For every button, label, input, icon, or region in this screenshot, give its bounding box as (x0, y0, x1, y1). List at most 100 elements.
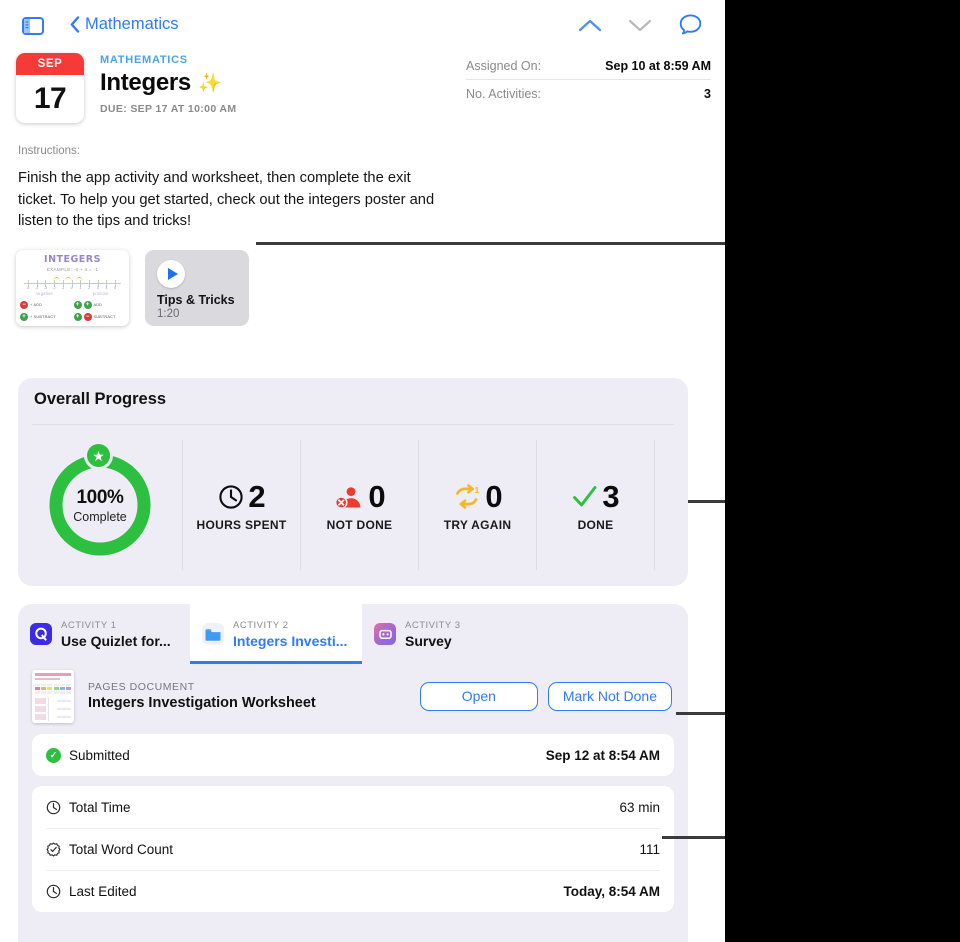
poster-sub-right: positive (92, 291, 109, 296)
stat-not-done: 0 NOT DONE (300, 440, 418, 570)
tab-kicker: ACTIVITY 1 (61, 619, 117, 631)
divider (654, 440, 655, 570)
number-line-graphic: -5 -4 -3 -2 -1 0 1 2 3 4 5 (24, 277, 121, 290)
minus-dot-icon: − (83, 313, 92, 321)
stat-hours-spent: 2 HOURS SPENT (182, 440, 300, 570)
back-button[interactable]: Mathematics (70, 15, 179, 34)
stat-label: NOT DONE (326, 517, 393, 532)
submission-details-panel: Total Time 63 min Total Word Count 111 L… (32, 786, 674, 912)
minus-dot-icon: − (20, 301, 28, 309)
progress-percent-sublabel: Complete (73, 509, 127, 524)
clock-icon (46, 800, 61, 814)
tab-label: Survey (405, 632, 452, 649)
progress-percent: 100% (76, 486, 124, 508)
submitted-timestamp: Sep 12 at 8:54 AM (545, 747, 660, 763)
poster-sublabels: negative positive (16, 291, 129, 296)
submission-status-panel: ✓ Submitted Sep 12 at 8:54 AM (32, 734, 674, 776)
poster-example: EXAMPLE: -5 + 4 = -1 (46, 267, 99, 272)
tab-kicker: ACTIVITY 3 (405, 619, 461, 631)
calendar-date-badge: SEP 17 (16, 53, 84, 123)
sidebar-toggle-icon[interactable] (22, 17, 44, 40)
tab-label: Integers Investi... (233, 632, 348, 649)
mark-not-done-button[interactable]: Mark Not Done (547, 681, 672, 711)
detail-row-last-edited: Last Edited Today, 8:54 AM (46, 870, 660, 912)
sparkles-icon: ✨ (197, 72, 222, 94)
chevron-down-icon[interactable] (628, 18, 652, 33)
poster-rule-text: + SUBTRACT (30, 315, 56, 319)
stat-label: TRY AGAIN (443, 517, 512, 532)
submitted-check-icon: ✓ (46, 747, 61, 763)
document-kicker: PAGES DOCUMENT (88, 681, 195, 693)
detail-value: Today, 8:54 AM (563, 884, 660, 899)
assignment-title-row: Integers ✨ (100, 69, 222, 97)
tab-label: Use Quizlet for... (61, 632, 171, 649)
integers-poster-thumbnail[interactable]: INTEGERS EXAMPLE: -5 + 4 = -1 -5 -4 -3 -… (16, 250, 129, 326)
meta-key: No. Activities: (466, 87, 542, 101)
document-actions: Open Mark Not Done (419, 681, 672, 711)
not-done-person-icon (335, 486, 361, 509)
callout-leader-line (662, 836, 725, 839)
pages-document-thumbnail[interactable] (32, 669, 74, 723)
tips-and-tricks-video-card[interactable]: Tips & Tricks 1:20 (145, 250, 249, 326)
open-button[interactable]: Open (419, 681, 538, 711)
survey-app-icon (374, 623, 396, 645)
detail-label: Last Edited (69, 884, 137, 899)
assignment-meta-table: Assigned On: Sep 10 at 8:59 AM No. Activ… (466, 52, 711, 108)
tab-kicker: ACTIVITY 2 (233, 619, 289, 631)
folder-document-icon (202, 623, 224, 645)
tab-activity-2[interactable]: ACTIVITY 2 Integers Investi... (190, 604, 362, 664)
clock-icon (46, 884, 61, 899)
poster-rule-text: + ADD (30, 303, 43, 307)
tab-activity-3[interactable]: ACTIVITY 3 Survey (362, 604, 534, 664)
comment-bubble-icon[interactable] (678, 13, 703, 37)
plus-dot-icon: + (20, 313, 28, 321)
submitted-label: Submitted (69, 747, 130, 763)
meta-row: Assigned On: Sep 10 at 8:59 AM (466, 52, 711, 80)
stat-try-again: 1 0 TRY AGAIN (418, 440, 536, 570)
subject-label: MATHEMATICS (100, 54, 188, 66)
stat-label: DONE (577, 517, 614, 532)
word-count-icon (46, 842, 61, 857)
chevron-up-icon[interactable] (578, 18, 602, 33)
detail-label: Total Time (69, 799, 131, 815)
instructions-body: Finish the app activity and worksheet, t… (18, 170, 435, 229)
progress-ring: 100% Complete ★ (45, 441, 155, 560)
divider (32, 424, 674, 425)
poster-rule-row: − + ADD + + ADD (20, 299, 125, 311)
plus-dot-icon: + (83, 301, 92, 309)
poster-rule-text: SUBTRACT (93, 315, 116, 319)
submitted-row: ✓ Submitted Sep 12 at 8:54 AM (46, 734, 660, 776)
clock-icon (219, 484, 244, 509)
detail-label: Total Word Count (69, 842, 174, 857)
detail-row-total-word-count: Total Word Count 111 (46, 828, 660, 870)
calendar-day: 17 (33, 82, 67, 115)
back-button-label: Mathematics (85, 15, 179, 33)
activity-tabs: ACTIVITY 1 Use Quizlet for... ACTIVITY 2… (18, 604, 688, 664)
document-row: PAGES DOCUMENT Integers Investigation Wo… (18, 664, 688, 728)
attachment-list: INTEGERS EXAMPLE: -5 + 4 = -1 -5 -4 -3 -… (16, 250, 249, 326)
callout-leader-line (688, 500, 725, 503)
meta-value: Sep 10 at 8:59 AM (605, 58, 711, 73)
meta-key: Assigned On: (466, 58, 542, 73)
play-icon[interactable] (157, 260, 185, 288)
tab-activity-1[interactable]: ACTIVITY 1 Use Quizlet for... (18, 604, 190, 664)
star-icon: ★ (84, 441, 113, 470)
instructions-label: Instructions: (18, 145, 80, 157)
stat-done: 3 DONE (536, 440, 654, 570)
calendar-month: SEP (16, 53, 84, 75)
callout-leader-line (256, 242, 725, 245)
stat-value: 3 (602, 478, 619, 514)
poster-rule-rows: − + ADD + + ADD + + SUBTRACT + − SUBTRAC… (20, 299, 125, 323)
navbar-actions (578, 13, 703, 37)
detail-value: 63 min (619, 799, 660, 815)
chevron-left-icon (70, 16, 80, 33)
callout-leader-line (676, 712, 725, 715)
due-date-label: DUE: SEP 17 AT 10:00 AM (100, 103, 237, 115)
activity-card: ACTIVITY 1 Use Quizlet for... ACTIVITY 2… (18, 604, 688, 942)
progress-stats: 2 HOURS SPENT 0 NOT DONE 1 0 TRY AGAIN 3… (182, 440, 655, 570)
navigation-bar: Mathematics (0, 0, 725, 48)
stat-value: 2 (248, 478, 265, 514)
document-name: Integers Investigation Worksheet (88, 695, 316, 711)
video-duration: 1:20 (157, 308, 180, 320)
try-again-loop-icon: 1 (456, 483, 480, 509)
